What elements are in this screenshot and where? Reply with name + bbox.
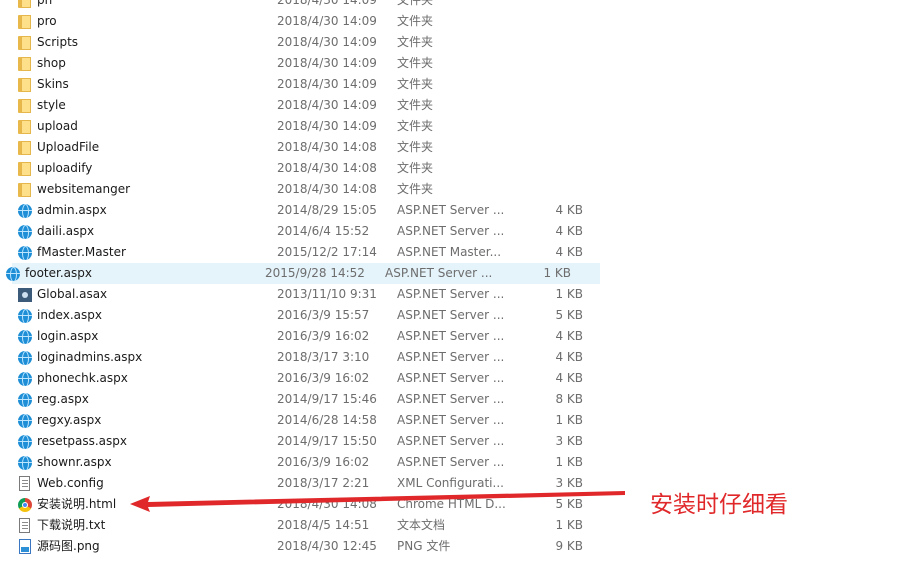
annotation-note: 安装时仔细看 [650, 492, 788, 518]
annotation-layer [130, 491, 625, 512]
red-arrow [130, 491, 625, 512]
